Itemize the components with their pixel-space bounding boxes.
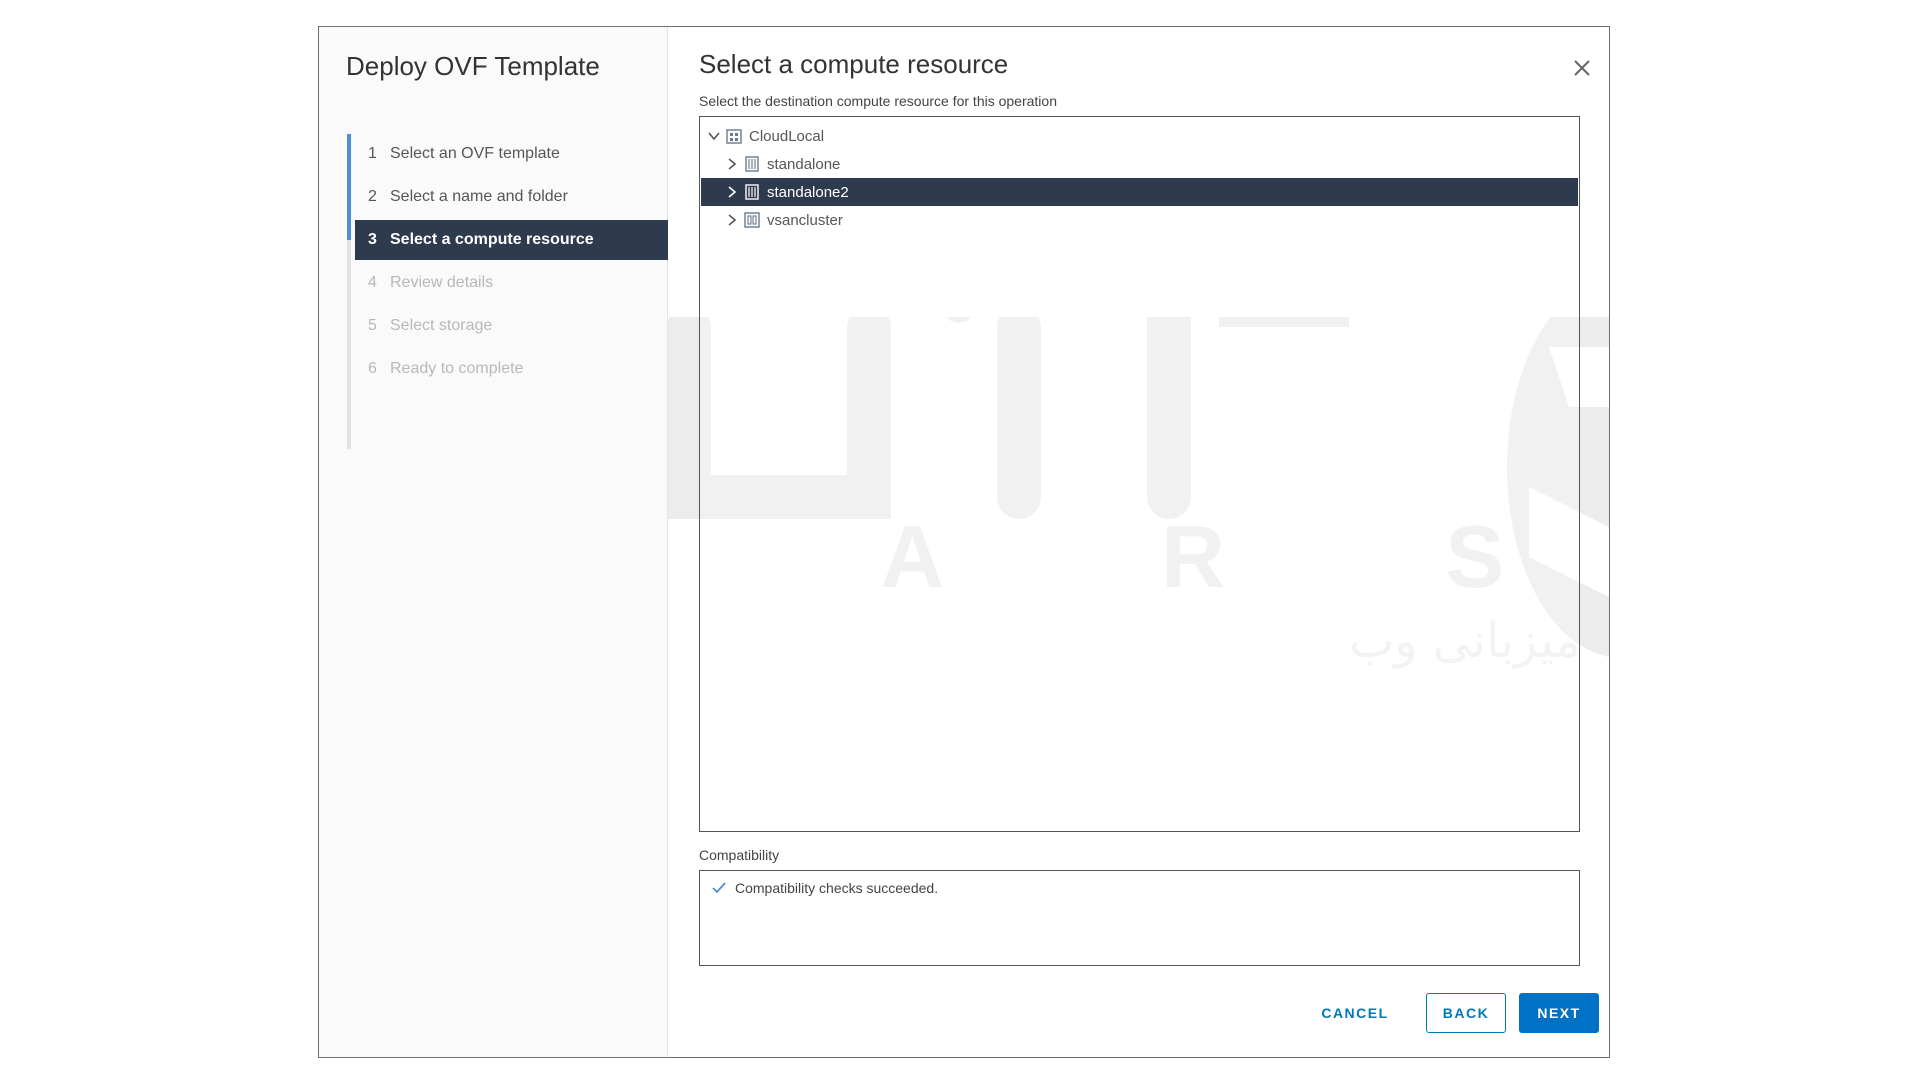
wizard-step-6: 6 Ready to complete — [355, 349, 668, 389]
wizard-step-2[interactable]: 2 Select a name and folder — [355, 177, 668, 217]
step-label: Select an OVF template — [390, 145, 560, 162]
tree-node-cloudlocal[interactable]: CloudLocal — [701, 122, 1578, 150]
cancel-button[interactable]: CANCEL — [1298, 993, 1412, 1033]
step-number: 1 — [368, 145, 377, 162]
tree-node-label: standalone2 — [767, 183, 849, 201]
step-number: 4 — [368, 274, 377, 291]
tree-node-label: CloudLocal — [749, 127, 825, 145]
step-number: 5 — [368, 317, 377, 334]
step-label: Ready to complete — [390, 360, 524, 377]
compatibility-panel: Compatibility checks succeeded. — [699, 870, 1580, 966]
tree-node-label: standalone — [767, 155, 841, 173]
wizard-step-4: 4 Review details — [355, 263, 668, 303]
chevron-right-icon[interactable] — [725, 157, 739, 171]
deploy-ovf-dialog: A Z A R S Y S سرعت بی نهایت میزبانی وب D… — [318, 26, 1610, 1058]
next-button[interactable]: NEXT — [1519, 993, 1599, 1033]
tree-node-standalone2[interactable]: standalone2 — [701, 178, 1578, 206]
tree-node-label: vsancluster — [767, 211, 843, 229]
host-icon — [743, 183, 761, 201]
compute-resource-tree: CloudLocal standalone standalone2 vsancl… — [699, 116, 1580, 832]
dialog-title: Deploy OVF Template — [346, 51, 600, 81]
host-icon — [743, 155, 761, 173]
step-label: Review details — [390, 274, 494, 291]
steps-rail-progress — [347, 134, 351, 240]
wizard-sidebar: Deploy OVF Template 1 Select an OVF temp… — [319, 27, 668, 1057]
wizard-step-1[interactable]: 1 Select an OVF template — [355, 134, 668, 174]
step-label: Select storage — [390, 317, 493, 334]
datacenter-icon — [725, 127, 743, 145]
close-button[interactable] — [1569, 55, 1595, 81]
step-number: 6 — [368, 360, 377, 377]
back-button[interactable]: BACK — [1426, 993, 1506, 1033]
chevron-down-icon[interactable] — [707, 129, 721, 143]
page-title: Select a compute resource — [699, 49, 1009, 79]
step-number: 3 — [368, 231, 377, 248]
step-number: 2 — [368, 188, 377, 205]
check-icon — [710, 880, 728, 896]
tree-node-vsancluster[interactable]: vsancluster — [701, 206, 1578, 234]
step-label: Select a name and folder — [390, 188, 568, 205]
compatibility-message: Compatibility checks succeeded. — [735, 880, 939, 896]
wizard-main-panel: Select a compute resource Select the des… — [668, 27, 1609, 1057]
chevron-right-icon[interactable] — [725, 185, 739, 199]
tree-node-standalone[interactable]: standalone — [701, 150, 1578, 178]
cluster-icon — [743, 211, 761, 229]
step-label: Select a compute resource — [390, 231, 594, 248]
wizard-step-3[interactable]: 3 Select a compute resource — [355, 220, 668, 260]
close-icon — [1574, 60, 1590, 76]
compatibility-label: Compatibility — [699, 847, 780, 863]
compatibility-status: Compatibility checks succeeded. — [710, 880, 938, 896]
page-subtitle: Select the destination compute resource … — [699, 93, 1057, 109]
chevron-right-icon[interactable] — [725, 213, 739, 227]
wizard-step-5: 5 Select storage — [355, 306, 668, 346]
